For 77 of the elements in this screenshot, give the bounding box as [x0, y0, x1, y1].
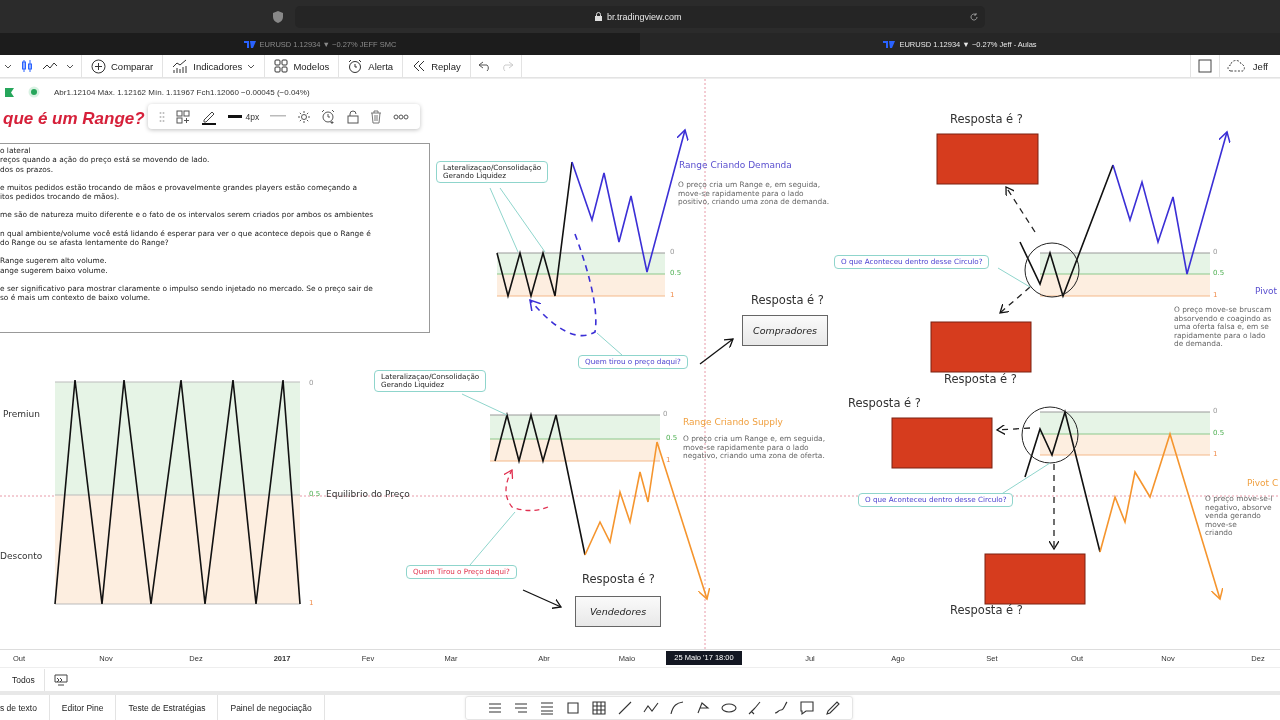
question-text: Resposta é ? [582, 572, 655, 586]
circle-mark [1021, 406, 1079, 464]
toolbar-button[interactable]: Alerta [342, 55, 400, 77]
arrow [699, 338, 734, 365]
cloud-icon[interactable] [1226, 60, 1247, 72]
panel-tab[interactable]: s de texto [0, 695, 50, 720]
undo-icon[interactable] [477, 60, 492, 72]
template-icon[interactable] [176, 109, 191, 124]
circle-mark [1024, 242, 1080, 298]
answer-box: Vendedores [575, 596, 661, 627]
settings-icon[interactable] [296, 109, 311, 124]
square-icon[interactable] [1197, 59, 1212, 73]
arrow [522, 589, 562, 609]
ohlc-legend: Abr1.12104 Máx. 1.12162 Mín. 1.11967 Fch1.12060 −0.00045 (−0.04%) [54, 87, 310, 97]
leader-line [489, 187, 546, 253]
question-text: Resposta é ? [848, 396, 921, 410]
chart-title: que é um Range? [3, 109, 145, 129]
shield-icon[interactable] [273, 10, 283, 23]
toolbar-button[interactable]: Comparar [85, 55, 160, 77]
dashed-arrow [999, 286, 1031, 314]
url-text: br.tradingview.com [607, 11, 682, 22]
chart-bars-icon [172, 58, 189, 74]
comment-icon[interactable] [797, 699, 816, 717]
chevron-icon[interactable] [66, 62, 74, 70]
status-dot-icon [28, 86, 40, 98]
chevron-icon [247, 62, 256, 70]
line-chart-icon[interactable] [42, 60, 58, 72]
grid-icon [274, 59, 289, 73]
address-bar[interactable]: br.tradingview.com [295, 5, 985, 28]
line-width-value[interactable]: 4px [245, 111, 260, 122]
zone-label: Premiun [3, 409, 40, 419]
question-text: Resposta é ? [944, 372, 1017, 386]
line-width-icon[interactable] [227, 114, 242, 119]
chevron-icon[interactable] [4, 62, 12, 70]
chart-heading: Pivot [1255, 286, 1278, 296]
more-icon[interactable] [392, 113, 409, 120]
date-range-icon[interactable] [53, 673, 68, 686]
question-text: Resposta é ? [950, 603, 1023, 617]
rewind-icon [412, 60, 427, 72]
alarm-icon[interactable] [321, 109, 337, 124]
logo-icon [883, 40, 896, 48]
chart-heading: Pivot C [1247, 478, 1279, 488]
trash-icon[interactable] [369, 109, 382, 124]
toolbar-button[interactable]: Modelos [268, 55, 336, 77]
user-name[interactable]: Jeff [1252, 60, 1268, 72]
zone-label: Equilibrio do Preço [326, 489, 410, 499]
panel-tab[interactable]: Editor Pine [49, 695, 117, 720]
pen-icon[interactable] [823, 699, 842, 717]
drag-handle-icon[interactable] [159, 110, 166, 123]
unlock-icon[interactable] [347, 109, 360, 124]
curve-icon[interactable] [667, 699, 686, 717]
leader-line [997, 267, 1031, 288]
candlestick-icon[interactable] [20, 59, 34, 73]
chart-heading: Range Criando Supply [683, 417, 783, 427]
question-text: Resposta é ? [751, 293, 824, 307]
question-text: Resposta é ? [950, 112, 1023, 126]
leader-line [469, 511, 516, 566]
plus-circle-icon [91, 58, 106, 74]
chart-heading: Range Criando Demanda [679, 160, 792, 170]
logo-icon [243, 40, 256, 48]
grid-icon[interactable] [589, 699, 608, 717]
range-button[interactable]: Todos [12, 674, 35, 685]
toolbar-button[interactable]: Indicadores [166, 55, 262, 77]
panel-tab[interactable]: Painel de negociação [218, 695, 325, 720]
toolbar-button[interactable]: Replay [406, 55, 467, 77]
dashed-arrow [1005, 186, 1036, 233]
leader-line [596, 332, 623, 356]
dashed-arrow [503, 469, 549, 512]
dashed-arrow [996, 423, 1031, 436]
alarm-clock-icon [348, 58, 364, 74]
reload-icon[interactable] [969, 11, 979, 22]
zone-label: Desconto [0, 551, 43, 561]
answer-box: Compradores [742, 315, 828, 346]
flag-icon[interactable] [5, 87, 14, 97]
lock-icon [595, 12, 602, 21]
leader-line [461, 393, 508, 416]
panel-tab[interactable]: Teste de Estratégias [116, 695, 219, 720]
